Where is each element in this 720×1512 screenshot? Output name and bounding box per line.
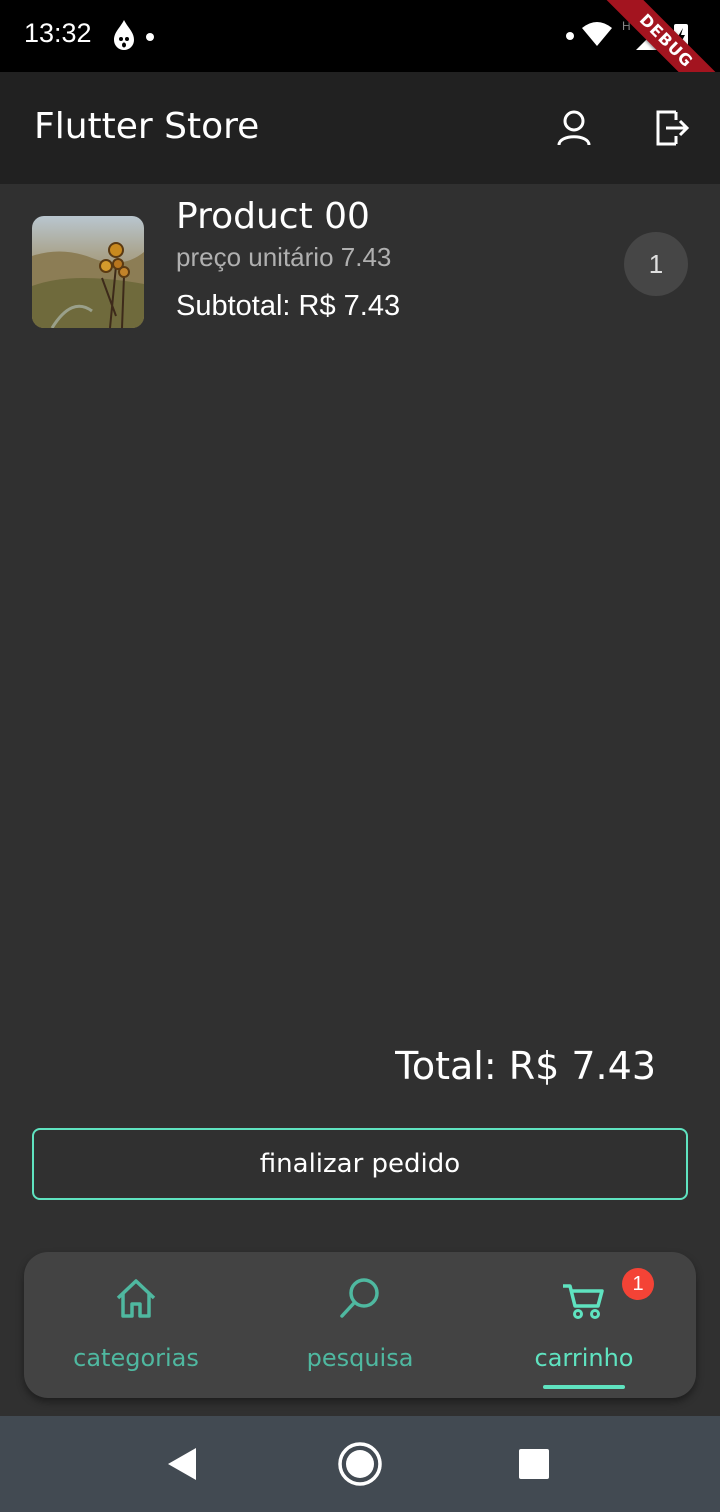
logout-icon xyxy=(656,110,690,146)
app-bar: Flutter Store xyxy=(0,72,720,184)
dot-icon xyxy=(146,33,154,41)
profile-button[interactable] xyxy=(546,100,602,156)
cart-item[interactable]: Product 00 preço unitário 7.43 Subtotal:… xyxy=(0,184,720,344)
search-icon xyxy=(340,1278,379,1318)
app-notification-icon xyxy=(114,20,154,50)
cart-icon xyxy=(563,1284,604,1319)
back-triangle-icon xyxy=(168,1448,196,1480)
nav-item-categorias[interactable]: categorias xyxy=(24,1252,248,1398)
product-thumbnail xyxy=(32,216,144,328)
dot-icon xyxy=(566,32,574,40)
status-bar: 13:32 H xyxy=(0,0,720,72)
bottom-navigation: categorias pesquisa 1 carrinho xyxy=(24,1252,696,1398)
nav-item-pesquisa[interactable]: pesquisa xyxy=(248,1252,472,1398)
nav-item-carrinho[interactable]: 1 carrinho xyxy=(472,1252,696,1398)
nav-label-carrinho: carrinho xyxy=(534,1344,634,1372)
system-back-button[interactable] xyxy=(158,1440,206,1488)
cart-total: Total: R$ 7.43 xyxy=(395,1044,656,1088)
system-recents-button[interactable] xyxy=(510,1440,558,1488)
home-circle-icon xyxy=(338,1442,382,1486)
profile-icon xyxy=(557,110,591,146)
nav-label-pesquisa: pesquisa xyxy=(306,1344,414,1372)
checkout-button[interactable]: finalizar pedido xyxy=(32,1128,688,1200)
home-icon xyxy=(116,1279,156,1318)
logout-button[interactable] xyxy=(644,100,700,156)
quantity-badge[interactable]: 1 xyxy=(624,232,688,296)
status-left-icons xyxy=(110,18,170,54)
product-subtotal: Subtotal: R$ 7.43 xyxy=(176,290,401,322)
recents-square-icon xyxy=(519,1449,549,1479)
system-navigation-bar xyxy=(0,1416,720,1512)
system-home-button[interactable] xyxy=(336,1440,384,1488)
nav-label-categorias: categorias xyxy=(73,1344,199,1372)
cart-count-badge: 1 xyxy=(622,1268,654,1300)
status-time: 13:32 xyxy=(24,18,92,48)
active-tab-indicator xyxy=(543,1385,625,1389)
app-title: Flutter Store xyxy=(34,106,260,147)
product-name: Product 00 xyxy=(176,196,370,237)
wifi-icon xyxy=(582,22,612,46)
product-unit-price: preço unitário 7.43 xyxy=(176,242,392,272)
